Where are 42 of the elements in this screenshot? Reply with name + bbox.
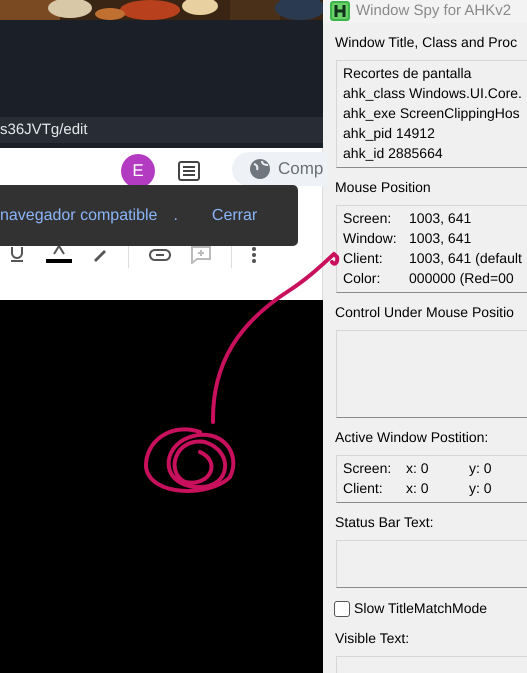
app-logo-icon (330, 1, 350, 22)
close-button[interactable]: Cerrar (212, 204, 258, 228)
section-label: Mouse Position (335, 178, 432, 196)
snackbar-message[interactable]: navegador compatible (0, 204, 158, 228)
field-label: Window: (343, 228, 398, 248)
field-value: y: 0 (469, 478, 492, 498)
info-line: ahk_pid 14912 (343, 124, 436, 142)
link-icon[interactable] (149, 248, 171, 262)
field-value: 000000 (Red=00 (409, 268, 514, 288)
info-line: ahk_exe ScreenClippingHos (343, 104, 521, 122)
address-bar[interactable]: s36JVTg/edit (0, 117, 323, 143)
field-label: Screen: (343, 208, 392, 228)
section-label: Status Bar Text: (335, 512, 435, 532)
field-value: 1003, 641 (default (409, 248, 522, 268)
checkbox-label[interactable]: Slow TitleMatchMode (354, 598, 488, 619)
field-label: Color: (343, 268, 382, 288)
document-icon[interactable] (177, 160, 201, 182)
field-label: Screen: (343, 458, 392, 478)
separator-text: . (173, 206, 178, 226)
section-label: Control Under Mouse Positio (335, 302, 515, 322)
field-value: x: 0 (406, 478, 430, 498)
text-color-icon[interactable] (46, 246, 72, 264)
section-label: Visible Text: (335, 628, 410, 648)
field-value: x: 0 (406, 458, 430, 478)
window-title: Window Spy for AHKv2 (356, 1, 512, 21)
field-label: Client: (343, 478, 384, 498)
globe-icon (250, 159, 270, 179)
checkbox[interactable] (334, 600, 350, 616)
pen-icon[interactable] (92, 248, 108, 262)
field-value: y: 0 (469, 458, 492, 478)
section-label: Window Title, Class and Proc (335, 32, 518, 52)
underline-icon[interactable] (8, 247, 26, 263)
field-value: 1003, 641 (409, 228, 472, 248)
more-icon[interactable] (252, 247, 256, 263)
avatar[interactable]: E (121, 154, 155, 188)
field-value: 1003, 641 (409, 208, 472, 228)
info-line: Recortes de pantalla (343, 64, 472, 82)
info-line: ahk_class Windows.UI.Core. (343, 84, 523, 102)
field-label: Client: (343, 248, 384, 268)
share-button[interactable]: Comp (232, 152, 327, 186)
info-line: ahk_id 2885664 (343, 144, 444, 162)
section-label: Active Window Postition: (335, 428, 490, 446)
